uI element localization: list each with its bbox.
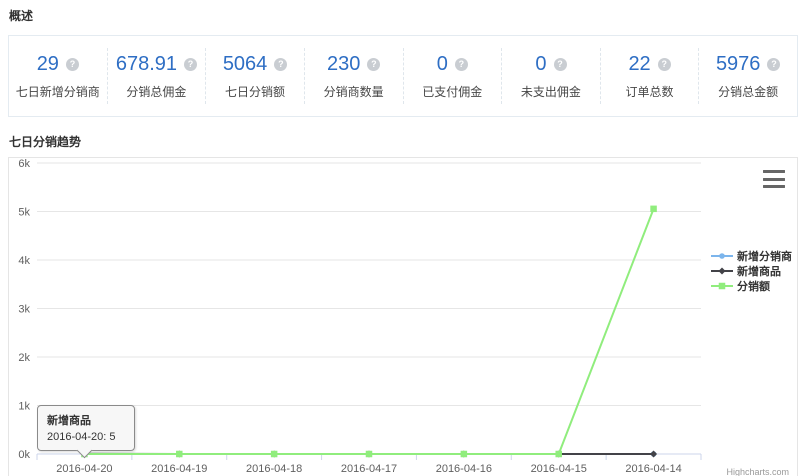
stat-value: 0 [437, 53, 448, 76]
legend-marker-icon [711, 265, 733, 277]
legend-item-新增商品[interactable]: 新增商品 [711, 263, 792, 278]
data-point-marker[interactable] [271, 451, 278, 458]
data-point-marker[interactable] [366, 451, 373, 458]
data-point-marker[interactable] [719, 253, 725, 259]
stat-value: 678.91 [116, 53, 177, 76]
stat-value: 5976 [716, 53, 761, 76]
stat-label: 已支付佣金 [404, 83, 502, 100]
legend-item-新增分销商[interactable]: 新增分销商 [711, 248, 792, 263]
stat-value: 0 [535, 53, 546, 76]
chart-context-menu-icon[interactable] [761, 168, 787, 190]
series-分销额 [81, 206, 657, 458]
series-line [84, 209, 653, 454]
y-axis-label: 4k [18, 255, 30, 267]
help-icon[interactable]: ? [767, 58, 780, 71]
help-icon[interactable]: ? [66, 58, 79, 71]
stat-label: 七日分销额 [206, 83, 304, 100]
chart-legend: 新增分销商新增商品分销额 [711, 248, 792, 293]
data-point-marker[interactable] [555, 451, 562, 458]
highcharts-credits-link[interactable]: Highcharts.com [726, 467, 789, 476]
x-axis-label: 2016-04-18 [246, 463, 302, 475]
stat-card-new-distributors-7d: 29? 七日新增分销商 [9, 48, 108, 104]
stat-card-distributor-count: 230? 分销商数量 [305, 48, 404, 104]
legend-marker-icon [711, 280, 733, 292]
stat-card-unpaid-commission: 0? 未支出佣金 [502, 48, 601, 104]
data-point-marker[interactable] [81, 451, 88, 458]
help-icon[interactable]: ? [455, 58, 468, 71]
stat-value: 230 [327, 53, 360, 76]
data-point-marker[interactable] [461, 451, 468, 458]
trend-chart: 0k 1k 2k 3k 4k 5k 6k 2016-04-20 2016-04-19 2016-0… [8, 157, 798, 476]
y-axis-label: 3k [18, 304, 30, 316]
x-axis-label: 2016-04-14 [625, 463, 681, 475]
help-icon[interactable]: ? [184, 58, 197, 71]
legend-label: 分销额 [737, 278, 770, 294]
x-axis-label: 2016-04-19 [151, 463, 207, 475]
data-point-marker[interactable] [719, 267, 726, 274]
y-axis-label: 1k [18, 401, 30, 413]
overview-title: 概述 [9, 7, 806, 24]
stat-label: 分销商数量 [305, 83, 403, 100]
stat-value: 5064 [223, 53, 268, 76]
x-axis-label: 2016-04-17 [341, 463, 397, 475]
stat-label: 订单总数 [601, 83, 699, 100]
help-icon[interactable]: ? [658, 58, 671, 71]
stat-value: 29 [37, 53, 59, 76]
data-point-marker[interactable] [719, 282, 726, 289]
y-axis-label: 2k [18, 352, 30, 364]
y-axis-label: 6k [18, 158, 30, 170]
stat-value: 22 [628, 53, 650, 76]
stat-label: 七日新增分销商 [9, 83, 107, 100]
x-axis-label: 2016-04-15 [531, 463, 587, 475]
y-axis-label: 5k [18, 207, 30, 219]
y-axis-label: 0k [18, 449, 30, 461]
legend-marker-icon [711, 250, 733, 262]
stat-card-sales-7d: 5064? 七日分销额 [206, 48, 305, 104]
stat-label: 分销总金额 [699, 83, 797, 100]
help-icon[interactable]: ? [554, 58, 567, 71]
stat-card-paid-commission: 0? 已支付佣金 [404, 48, 503, 104]
trend-title: 七日分销趋势 [9, 133, 806, 150]
trend-chart-svg: 0k 1k 2k 3k 4k 5k 6k 2016-04-20 2016-04-19 2016-0… [9, 158, 797, 476]
overview-cards: 29? 七日新增分销商 678.91? 分销总佣金 5064? 七日分销额 23… [8, 35, 798, 117]
stat-card-total-commission: 678.91? 分销总佣金 [108, 48, 207, 104]
stat-label: 未支出佣金 [502, 83, 600, 100]
data-point-marker[interactable] [176, 451, 183, 458]
legend-item-分销额[interactable]: 分销额 [711, 278, 792, 293]
stat-label: 分销总佣金 [108, 83, 206, 100]
data-point-marker[interactable] [650, 451, 657, 458]
x-axis-label: 2016-04-20 [56, 463, 112, 475]
stat-card-total-amount: 5976? 分销总金额 [699, 48, 797, 104]
x-axis-label: 2016-04-16 [436, 463, 492, 475]
data-point-marker[interactable] [650, 206, 657, 213]
stat-card-order-total: 22? 订单总数 [601, 48, 700, 104]
help-icon[interactable]: ? [367, 58, 380, 71]
legend-label: 新增分销商 [737, 248, 792, 264]
help-icon[interactable]: ? [274, 58, 287, 71]
legend-label: 新增商品 [737, 263, 781, 279]
